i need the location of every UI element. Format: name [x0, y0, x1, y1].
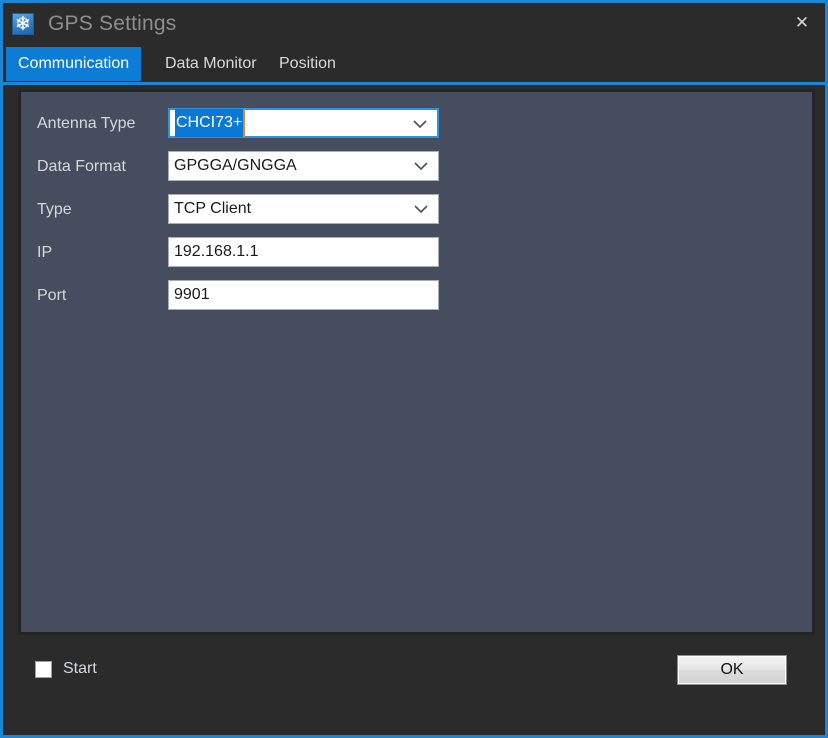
label-port: Port	[37, 287, 67, 304]
tab-communication[interactable]: Communication	[6, 47, 142, 81]
type-value: TCP Client	[174, 200, 252, 217]
label-antenna-type: Antenna Type	[37, 115, 136, 132]
label-data-format: Data Format	[37, 158, 126, 175]
dialog-footer: Start OK	[18, 641, 815, 731]
snowflake-icon: ❄	[12, 13, 34, 35]
label-type: Type	[37, 201, 72, 218]
port-input[interactable]: 9901	[168, 280, 439, 310]
ip-value: 192.168.1.1	[174, 243, 259, 260]
label-ip: IP	[37, 244, 53, 261]
chevron-down-icon[interactable]	[411, 195, 431, 223]
ip-input[interactable]: 192.168.1.1	[168, 237, 439, 267]
chevron-down-icon[interactable]	[410, 110, 430, 138]
tab-bar: Communication Data Monitor Position	[3, 47, 825, 85]
close-icon[interactable]: ✕	[779, 3, 825, 44]
chevron-down-icon[interactable]	[411, 152, 431, 180]
data-format-value: GPGGA/GNGGA	[174, 157, 297, 174]
port-value: 9901	[174, 286, 210, 303]
title-bar: ❄ GPS Settings ✕	[3, 3, 825, 45]
communication-panel: Antenna Type CHCI73+ Data Format GPGGA/G…	[18, 89, 815, 635]
antenna-type-value: CHCI73+	[175, 109, 246, 137]
snowflake-glyph: ❄	[15, 13, 31, 35]
antenna-type-combobox[interactable]: CHCI73+	[168, 108, 439, 138]
gps-settings-window: ❄ GPS Settings ✕ Communication Data Moni…	[0, 0, 828, 738]
tab-data-monitor[interactable]: Data Monitor	[153, 47, 269, 81]
window-title: GPS Settings	[48, 12, 177, 35]
tab-position[interactable]: Position	[267, 47, 348, 81]
start-label: Start	[63, 660, 97, 677]
type-combobox[interactable]: TCP Client	[168, 194, 439, 224]
start-checkbox-row[interactable]: Start	[35, 658, 97, 680]
data-format-combobox[interactable]: GPGGA/GNGGA	[168, 151, 439, 181]
start-checkbox[interactable]	[35, 660, 52, 678]
ok-button[interactable]: OK	[677, 655, 787, 685]
